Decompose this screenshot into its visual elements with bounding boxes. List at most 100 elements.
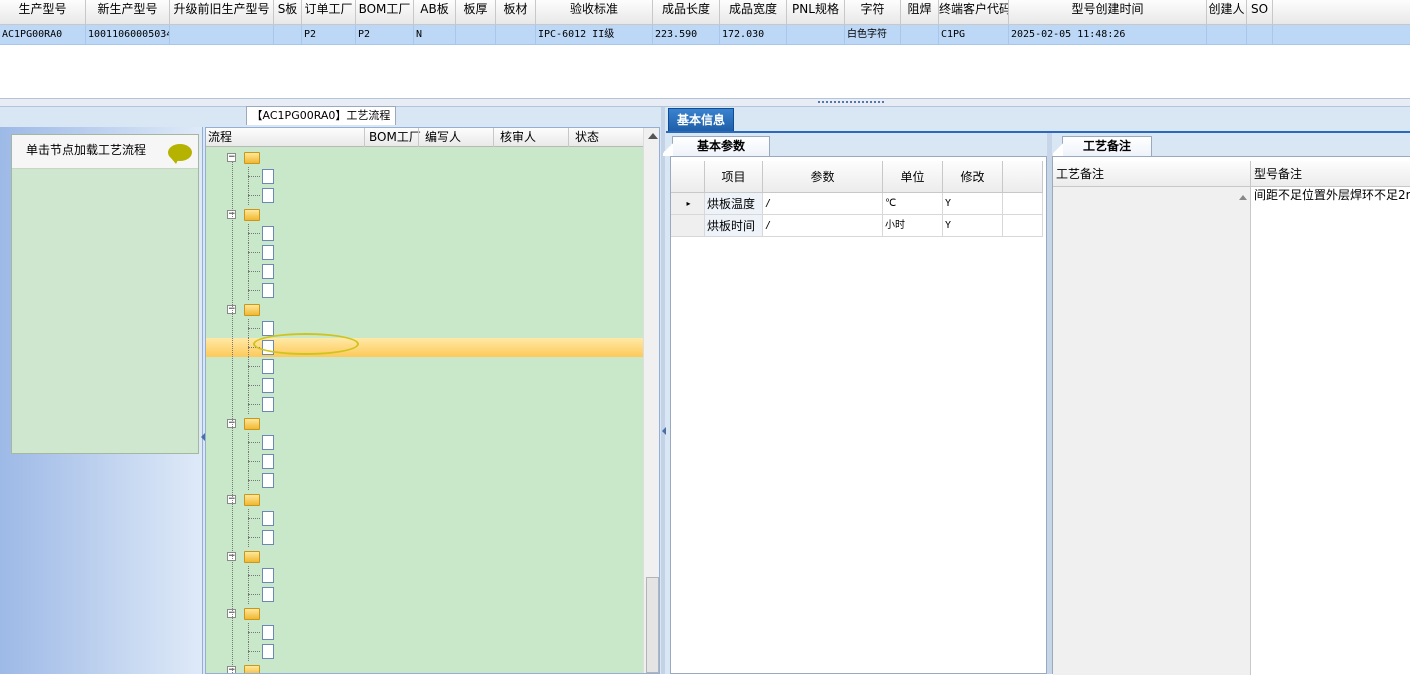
param-modify-cell[interactable]: Y	[943, 193, 1003, 215]
param-item-cell[interactable]: 烘板时间	[705, 215, 763, 237]
tree-row[interactable]	[206, 585, 643, 604]
model-grid-cell[interactable]	[901, 25, 939, 44]
model-grid-cell[interactable]	[787, 25, 845, 44]
model-grid-cell[interactable]: C1PG	[939, 25, 1009, 44]
tree-row[interactable]	[206, 281, 643, 300]
param-header-item[interactable]: 项目	[705, 161, 763, 193]
column-header-3[interactable]: S板	[274, 0, 302, 24]
column-header-18[interactable]: SO	[1247, 0, 1273, 24]
param-header-param[interactable]: 参数	[763, 161, 883, 193]
tree-header-status[interactable]: 状态	[575, 128, 599, 147]
column-header-5[interactable]: BOM工厂	[356, 0, 414, 24]
tree-row[interactable]	[206, 262, 643, 281]
model-remark-text[interactable]: 间距不足位置外层焊环不足2m	[1251, 187, 1410, 675]
model-grid-cell[interactable]: 172.030	[720, 25, 787, 44]
tree-row[interactable]: −	[206, 205, 643, 224]
param-unit-cell[interactable]: 小时	[883, 215, 943, 237]
model-grid-cell[interactable]	[496, 25, 536, 44]
model-grid-cell[interactable]: 2025-02-05 11:48:26	[1009, 25, 1207, 44]
tree-row[interactable]	[206, 186, 643, 205]
splitter-grip-icon[interactable]	[818, 101, 884, 105]
scroll-up-icon[interactable]	[1239, 195, 1247, 200]
horizontal-splitter[interactable]	[0, 98, 1410, 107]
tree-row[interactable]: −	[206, 547, 643, 566]
tree-scrollbar[interactable]	[643, 128, 659, 673]
param-filler-cell[interactable]	[1003, 215, 1043, 237]
tree-header-reviewer[interactable]: 核审人	[500, 128, 536, 147]
model-grid-cell[interactable]: IPC-6012 II级	[536, 25, 653, 44]
model-grid-cell[interactable]: 10011060005034	[86, 25, 170, 44]
column-header-0[interactable]: 生产型号	[0, 0, 86, 24]
row-indicator-icon[interactable]: ▸	[671, 193, 705, 215]
tree-row[interactable]: −	[206, 148, 643, 167]
model-grid-cell[interactable]	[1207, 25, 1247, 44]
column-header-9[interactable]: 验收标准	[536, 0, 653, 24]
column-header-14[interactable]: 阻焊	[901, 0, 939, 24]
model-grid-cell[interactable]: N	[414, 25, 456, 44]
column-header-12[interactable]: PNL规格	[787, 0, 845, 24]
column-header-8[interactable]: 板材	[496, 0, 536, 24]
param-header-unit[interactable]: 单位	[883, 161, 943, 193]
tree-header-flow[interactable]: 流程	[208, 128, 232, 147]
tree-row[interactable]: −	[206, 661, 643, 673]
tree-header-writer[interactable]: 编写人	[425, 128, 461, 147]
column-header-10[interactable]: 成品长度	[653, 0, 720, 24]
tree-row[interactable]	[206, 452, 643, 471]
model-grid-cell[interactable]	[170, 25, 274, 44]
splitter-arrow-icon[interactable]	[662, 427, 666, 435]
vertical-splitter[interactable]	[661, 107, 665, 674]
model-grid-cell[interactable]	[274, 25, 302, 44]
tree-row[interactable]	[206, 471, 643, 490]
param-value-cell[interactable]: /	[763, 193, 883, 215]
column-header-17[interactable]: 创建人	[1207, 0, 1247, 24]
column-header-6[interactable]: AB板	[414, 0, 456, 24]
model-grid-cell[interactable]	[456, 25, 496, 44]
tree-row[interactable]: −	[206, 414, 643, 433]
tree-row[interactable]	[206, 243, 643, 262]
tree-row[interactable]: −	[206, 604, 643, 623]
model-grid-cell[interactable]: P2	[356, 25, 414, 44]
tree-header-bom[interactable]: BOM工厂	[369, 128, 421, 147]
column-header-13[interactable]: 字符	[845, 0, 901, 24]
row-indicator-icon[interactable]	[671, 215, 705, 237]
param-filler-cell[interactable]	[1003, 193, 1043, 215]
tree-row[interactable]: −	[206, 300, 643, 319]
tree-row[interactable]	[206, 623, 643, 642]
tree-row[interactable]	[206, 433, 643, 452]
column-header-16[interactable]: 型号创建时间	[1009, 0, 1207, 24]
model-grid-cell[interactable]	[1247, 25, 1273, 44]
tab-basic-info[interactable]: 基本信息	[668, 108, 734, 132]
scroll-thumb[interactable]	[646, 577, 659, 673]
column-header-2[interactable]: 升级前旧生产型号	[170, 0, 274, 24]
param-modify-cell[interactable]: Y	[943, 215, 1003, 237]
column-header-11[interactable]: 成品宽度	[720, 0, 787, 24]
column-header-15[interactable]: 终端客户代码	[939, 0, 1009, 24]
model-grid-row-selected[interactable]: AC1PG00RA0 10011060005034 P2 P2 N IPC-6012 II…	[0, 25, 1410, 45]
tree-row[interactable]	[206, 566, 643, 585]
model-grid-cell[interactable]: 223.590	[653, 25, 720, 44]
tree-row[interactable]	[206, 167, 643, 186]
tab-basic-params[interactable]: 基本参数	[663, 136, 770, 156]
model-grid-cell[interactable]: P2	[302, 25, 356, 44]
tree-row[interactable]	[206, 395, 643, 414]
tree-row[interactable]	[206, 528, 643, 547]
tree-row[interactable]: −	[206, 490, 643, 509]
param-item-cell[interactable]: 烘板温度	[705, 193, 763, 215]
scroll-up-icon[interactable]	[648, 133, 658, 139]
collapse-icon[interactable]: −	[227, 153, 236, 162]
param-value-cell[interactable]: /	[763, 215, 883, 237]
process-remark-textarea[interactable]	[1053, 187, 1251, 675]
tree-row[interactable]	[206, 509, 643, 528]
tree-row[interactable]	[206, 357, 643, 376]
model-grid-cell[interactable]: 白色字符	[845, 25, 901, 44]
column-header-1[interactable]: 新生产型号	[86, 0, 170, 24]
column-header-7[interactable]: 板厚	[456, 0, 496, 24]
param-unit-cell[interactable]: ℃	[883, 193, 943, 215]
param-header-modify[interactable]: 修改	[943, 161, 1003, 193]
tree-row[interactable]	[206, 642, 643, 661]
tree-row[interactable]	[206, 224, 643, 243]
column-header-4[interactable]: 订单工厂	[302, 0, 356, 24]
tree-row[interactable]	[206, 376, 643, 395]
tab-process-remarks[interactable]: 工艺备注	[1053, 136, 1152, 156]
model-grid-cell[interactable]: AC1PG00RA0	[0, 25, 86, 44]
